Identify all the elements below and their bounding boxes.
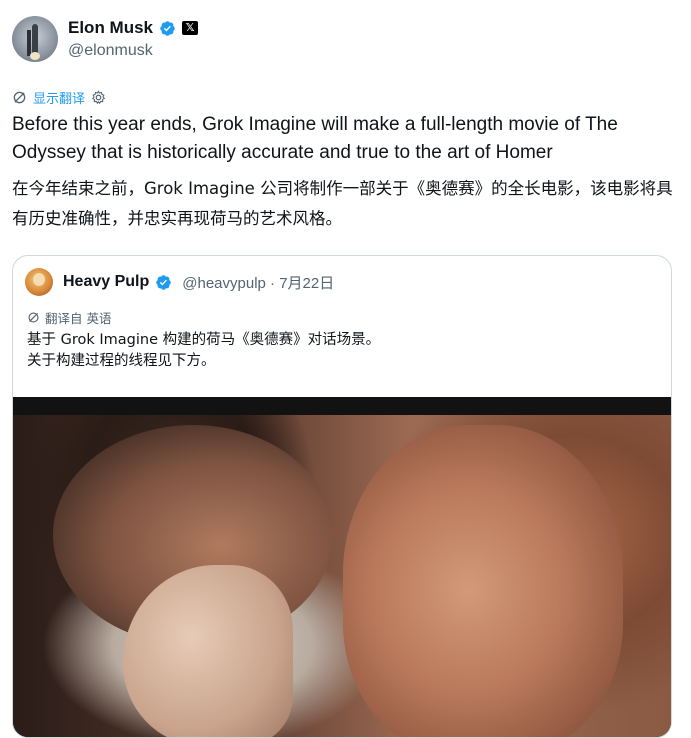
tweet-text-en: Before this year ends, Grok Imagine will… [12,114,618,163]
author-name[interactable]: Elon Musk [68,18,153,38]
quoted-tweet-card[interactable]: Heavy Pulp @heavypulp · 7月22日 翻译自 英语 基于 … [12,255,672,738]
translated-from-row: 翻译自 英语 [27,308,111,327]
x-logo-icon: 𝕏 [182,21,199,35]
show-translation-row: 显示翻译 [12,88,106,107]
quoted-media-image[interactable] [13,397,671,737]
name-row: Elon Musk 𝕏 [68,18,199,38]
tweet-text-zh: 在今年结束之前，Grok Imagine 公司将制作一部关于《奥德赛》的全长电影… [12,179,673,228]
translated-from-label[interactable]: 翻译自 英语 [45,308,111,327]
author-handle[interactable]: @elonmusk [68,42,153,60]
quoted-handle-date[interactable]: @heavypulp · 7月22日 [182,272,334,293]
post-header: Elon Musk 𝕏 @elonmusk [12,16,672,66]
quoted-text-line-1: 基于 Grok Imagine 构建的荷马《奥德赛》对话场景。 [27,332,381,348]
quoted-avatar[interactable] [25,268,53,296]
verified-badge-icon [160,20,175,36]
movie-still-image [13,415,671,737]
show-translation-link[interactable]: 显示翻译 [33,88,85,107]
gear-icon[interactable] [91,90,106,105]
no-translate-icon [28,312,39,323]
quoted-author-name[interactable]: Heavy Pulp [63,273,149,291]
quoted-text: 基于 Grok Imagine 构建的荷马《奥德赛》对话场景。 关于构建过程的线… [27,330,657,372]
no-translate-icon [13,91,26,104]
quoted-header: Heavy Pulp @heavypulp · 7月22日 [25,268,334,296]
quoted-text-line-2: 关于构建过程的线程见下方。 [27,353,216,369]
avatar[interactable] [12,16,58,62]
verified-badge-icon [156,274,172,290]
